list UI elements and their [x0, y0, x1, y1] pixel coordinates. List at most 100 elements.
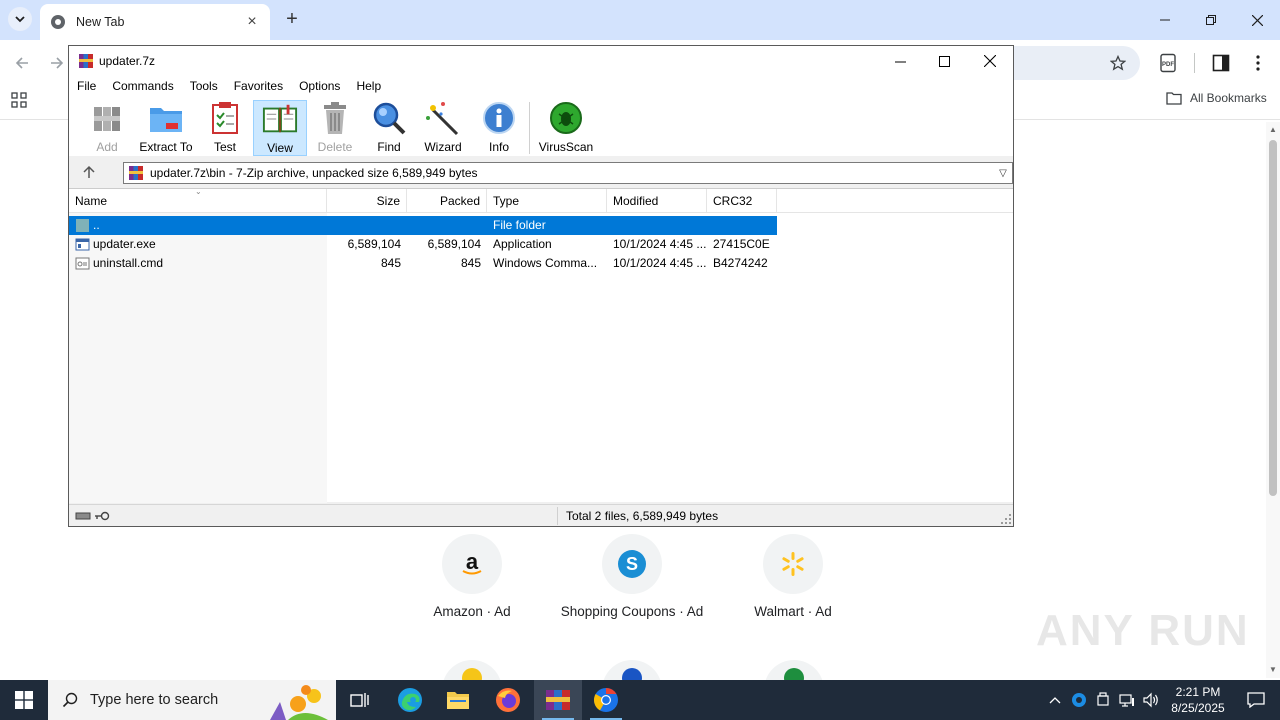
- scroll-thumb[interactable]: [1269, 140, 1277, 496]
- minimize-icon: [894, 61, 906, 62]
- tray-device-button[interactable]: [1091, 680, 1115, 720]
- cell-name: updater.exe: [93, 237, 156, 251]
- tab-search-button[interactable]: [8, 7, 32, 31]
- browser-minimize-button[interactable]: [1150, 6, 1180, 34]
- shortcut-label: Amazon · Ad: [433, 604, 511, 619]
- pdf-extension-button[interactable]: PDF: [1157, 52, 1179, 74]
- test-button[interactable]: Test: [203, 100, 247, 156]
- view-label: View: [267, 141, 293, 155]
- delete-label: Delete: [317, 140, 353, 154]
- chevron-down-icon[interactable]: ▽: [994, 168, 1012, 179]
- menu-favorites[interactable]: Favorites: [234, 79, 291, 93]
- new-tab-button[interactable]: +: [282, 9, 302, 29]
- menu-tools[interactable]: Tools: [190, 79, 226, 93]
- menu-file[interactable]: File: [77, 79, 104, 93]
- chrome-page-icon: [51, 15, 65, 29]
- cell-crc32: B4274242: [713, 256, 768, 270]
- status-separator: [557, 507, 558, 525]
- wizard-button[interactable]: Wizard: [421, 100, 465, 156]
- taskbar-winrar[interactable]: [534, 680, 582, 720]
- tray-app-button[interactable]: [1067, 680, 1091, 720]
- all-bookmarks-button[interactable]: All Bookmarks: [1166, 91, 1267, 105]
- taskbar-file-explorer[interactable]: [434, 680, 482, 720]
- trash-icon: [317, 100, 353, 136]
- taskbar-clock[interactable]: 2:21 PM 8/25/2025: [1160, 684, 1236, 716]
- cell-type: Application: [493, 237, 552, 251]
- delete-button[interactable]: Delete: [313, 100, 357, 156]
- taskbar-chrome[interactable]: [582, 680, 630, 720]
- page-scrollbar[interactable]: ▲ ▼: [1266, 122, 1280, 678]
- apps-grid-button[interactable]: [11, 92, 27, 111]
- shortcut-shopping-coupons[interactable]: S Shopping Coupons · Ad: [542, 534, 722, 619]
- archive-titlebar[interactable]: updater.7z: [69, 46, 1013, 76]
- usb-device-icon: [1097, 692, 1109, 706]
- close-icon: [1251, 14, 1263, 26]
- cell-size: 6,589,104: [347, 237, 401, 251]
- menu-help[interactable]: Help: [356, 79, 389, 93]
- back-button[interactable]: [11, 52, 33, 74]
- winrar-app-icon: [79, 54, 93, 68]
- tab-new-tab[interactable]: New Tab ×: [40, 4, 270, 40]
- archive-address-bar: updater.7z\bin - 7-Zip archive, unpacked…: [69, 159, 1013, 185]
- windows-taskbar: Type here to search 2:21 PM 8/25/2025: [0, 680, 1280, 720]
- extract-to-button[interactable]: Extract To: [137, 100, 195, 156]
- search-placeholder: Type here to search: [90, 692, 219, 708]
- info-button[interactable]: Info: [477, 100, 521, 156]
- browser-restore-button[interactable]: [1196, 6, 1226, 34]
- add-button[interactable]: Add: [85, 100, 129, 156]
- shortcut-amazon[interactable]: a Amazon · Ad: [382, 534, 562, 619]
- shortcut-walmart[interactable]: Walmart · Ad: [703, 534, 883, 619]
- scroll-up-icon[interactable]: ▲: [1269, 126, 1277, 134]
- kebab-menu-icon: [1256, 55, 1260, 71]
- shortcut-tile-partial[interactable]: [442, 660, 502, 680]
- windows-logo-icon: [15, 691, 33, 709]
- shortcut-tile-partial[interactable]: [764, 660, 824, 680]
- taskbar-search-box[interactable]: Type here to search: [48, 680, 336, 720]
- table-row[interactable]: .. File folder: [69, 216, 777, 235]
- archive-minimize-button[interactable]: [877, 46, 923, 76]
- bookmark-star-button[interactable]: [1107, 52, 1129, 74]
- restore-icon: [1206, 15, 1216, 25]
- tray-overflow-button[interactable]: [1043, 680, 1067, 720]
- column-header-modified[interactable]: Modified: [607, 189, 707, 213]
- close-icon: [984, 55, 996, 67]
- info-icon: [481, 100, 517, 136]
- shortcut-tile-partial[interactable]: [602, 660, 662, 680]
- column-header-type[interactable]: Type: [487, 189, 607, 213]
- column-header-packed[interactable]: Packed: [407, 189, 487, 213]
- tray-network-button[interactable]: [1115, 680, 1139, 720]
- tab-title: New Tab: [76, 15, 125, 29]
- magnifier-icon: [371, 100, 407, 136]
- view-button[interactable]: View: [253, 100, 307, 156]
- menu-commands[interactable]: Commands: [112, 79, 181, 93]
- amazon-logo-icon: a: [442, 534, 502, 594]
- up-one-level-button[interactable]: [81, 164, 97, 180]
- scroll-down-icon[interactable]: ▼: [1269, 666, 1277, 674]
- task-view-button[interactable]: [336, 680, 384, 720]
- table-row[interactable]: updater.exe 6,589,104 6,589,104 Applicat…: [69, 235, 777, 254]
- sort-indicator-icon: ⌄: [195, 187, 202, 196]
- forward-button[interactable]: [46, 52, 68, 74]
- virusscan-button[interactable]: VirusScan: [537, 100, 595, 156]
- table-row[interactable]: uninstall.cmd 845 845 Windows Comma... 1…: [69, 254, 777, 273]
- column-header-crc32[interactable]: CRC32: [707, 189, 777, 213]
- archive-path-field[interactable]: updater.7z\bin - 7-Zip archive, unpacked…: [123, 162, 1013, 184]
- resize-grip-icon[interactable]: [1001, 514, 1011, 524]
- notification-center-button[interactable]: [1236, 680, 1276, 720]
- volume-icon: [1143, 692, 1158, 708]
- view-book-icon: [262, 101, 298, 137]
- browser-menu-button[interactable]: [1247, 52, 1269, 74]
- tab-close-icon[interactable]: ×: [244, 14, 260, 30]
- cell-type: Windows Comma...: [493, 256, 598, 270]
- cell-name: uninstall.cmd: [93, 256, 164, 270]
- side-panel-button[interactable]: [1210, 52, 1232, 74]
- column-header-size[interactable]: Size: [327, 189, 407, 213]
- archive-close-button[interactable]: [967, 46, 1013, 76]
- menu-options[interactable]: Options: [299, 79, 348, 93]
- taskbar-edge[interactable]: [386, 680, 434, 720]
- find-button[interactable]: Find: [367, 100, 411, 156]
- start-button[interactable]: [0, 680, 48, 720]
- browser-close-button[interactable]: [1242, 6, 1272, 34]
- taskbar-firefox[interactable]: [484, 680, 532, 720]
- archive-maximize-button[interactable]: [921, 46, 967, 76]
